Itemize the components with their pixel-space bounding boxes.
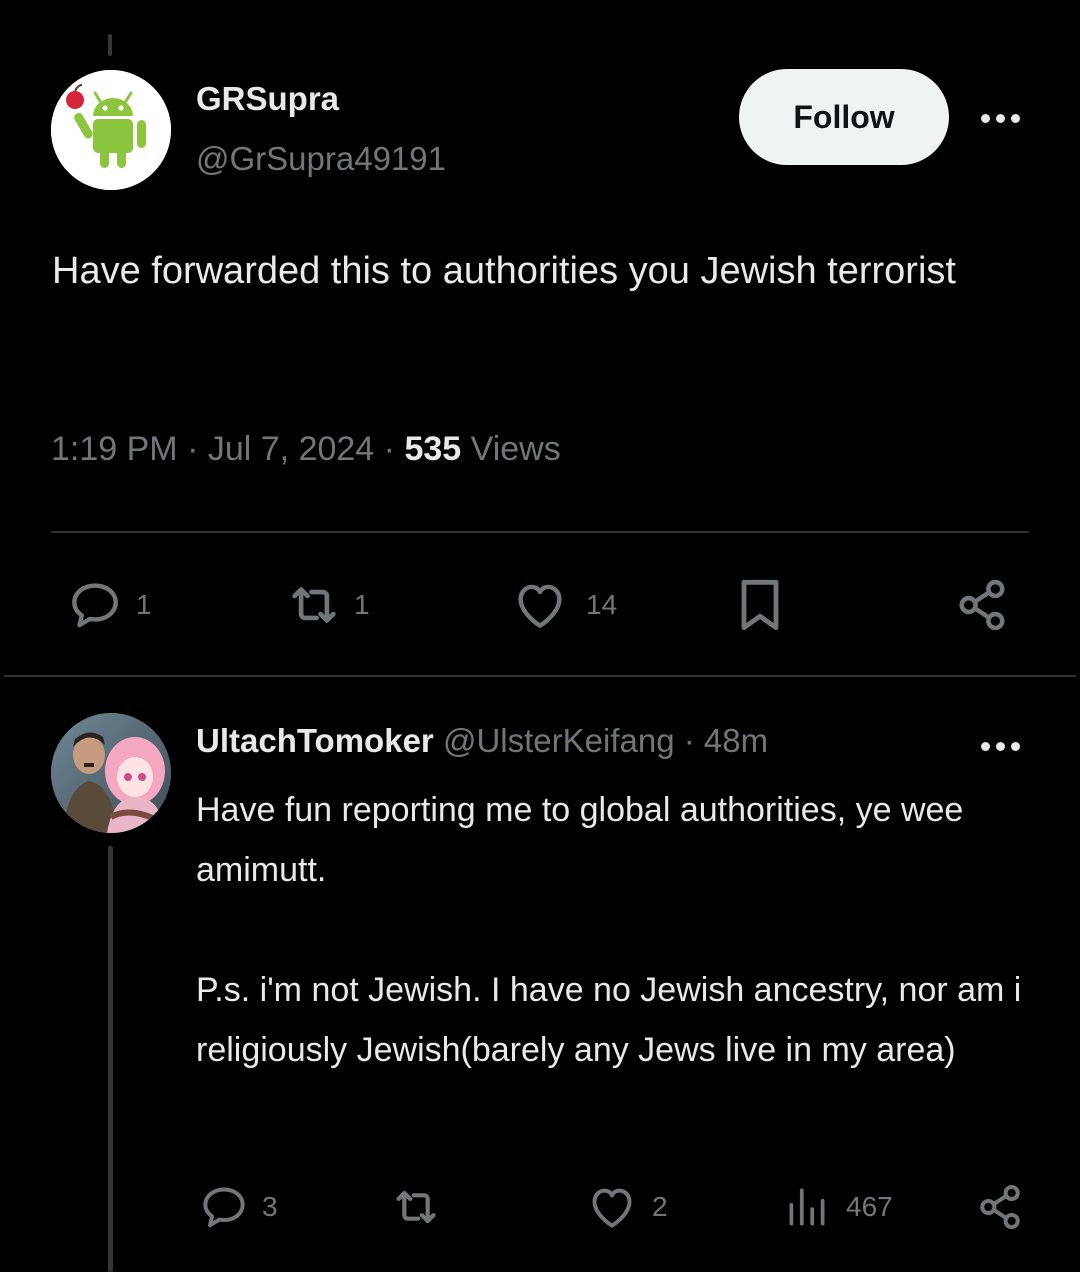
avatar-image — [51, 713, 171, 833]
speech-bubble-icon — [203, 1187, 245, 1228]
separator-dot: · — [383, 430, 405, 468]
like-button[interactable]: 14 — [508, 570, 617, 640]
heart-icon — [518, 584, 562, 628]
reply-header: UltachTomoker @UlsterKeifang · 48m — [196, 722, 768, 760]
reply-button[interactable]: 1 — [64, 570, 152, 640]
reply-author-name[interactable]: UltachTomoker — [196, 722, 434, 759]
reply-text: Have fun reporting me to global authorit… — [196, 791, 1022, 1069]
reply-author-avatar[interactable] — [51, 713, 171, 833]
repost-arrows-icon — [292, 587, 336, 623]
more-options-button[interactable] — [972, 100, 1028, 136]
repost-count: 1 — [354, 589, 370, 620]
reply-views-button[interactable]: 467 — [782, 1172, 893, 1242]
reply-repost-button[interactable] — [386, 1172, 446, 1242]
views-label: Views — [470, 430, 561, 468]
tweet-time[interactable]: 1:19 PM — [51, 430, 178, 468]
bookmark-button[interactable] — [728, 570, 792, 640]
author-handle[interactable]: @GrSupra49191 — [196, 140, 446, 178]
android-mascot-image — [51, 70, 171, 190]
reply-like-button[interactable]: 2 — [584, 1172, 668, 1242]
bar-chart-icon — [789, 1188, 825, 1226]
bookmark-icon — [741, 579, 779, 631]
reply-like-count: 2 — [652, 1191, 668, 1222]
heart-icon — [592, 1188, 632, 1228]
thread-connector-top — [108, 34, 112, 56]
author-avatar[interactable] — [51, 70, 171, 190]
reply-time[interactable]: 48m — [704, 722, 768, 759]
separator-dot: · — [683, 722, 704, 759]
thread-connector — [108, 846, 113, 1272]
share-icon — [980, 1184, 1020, 1230]
views-count: 535 — [404, 430, 462, 468]
share-button[interactable] — [950, 570, 1014, 640]
author-name[interactable]: GRSupra — [196, 80, 339, 118]
repost-button[interactable]: 1 — [282, 570, 370, 640]
more-dots-icon — [980, 741, 1020, 751]
speech-bubble-icon — [72, 583, 118, 628]
tweet-text: Have forwarded this to authorities you J… — [52, 250, 956, 292]
reply-views-count: 467 — [846, 1191, 893, 1222]
tweet-metadata: 1:19 PM · Jul 7, 2024 · 535 Views — [51, 430, 561, 469]
reply-share-button[interactable] — [972, 1172, 1028, 1242]
reply-reply-count: 3 — [262, 1191, 278, 1222]
follow-button[interactable]: Follow — [739, 69, 949, 165]
share-icon — [959, 579, 1005, 631]
tweet-date[interactable]: Jul 7, 2024 — [208, 430, 374, 468]
reply-reply-button[interactable]: 3 — [196, 1172, 278, 1242]
more-dots-icon — [980, 113, 1020, 123]
repost-arrows-icon — [396, 1190, 436, 1224]
divider — [51, 531, 1029, 533]
divider — [4, 675, 1076, 677]
reply-more-options-button[interactable] — [972, 728, 1028, 764]
reply-count: 1 — [136, 589, 152, 620]
separator-dot: · — [187, 430, 208, 468]
like-count: 14 — [586, 589, 618, 620]
reply-author-handle[interactable]: @UlsterKeifang — [443, 722, 675, 759]
